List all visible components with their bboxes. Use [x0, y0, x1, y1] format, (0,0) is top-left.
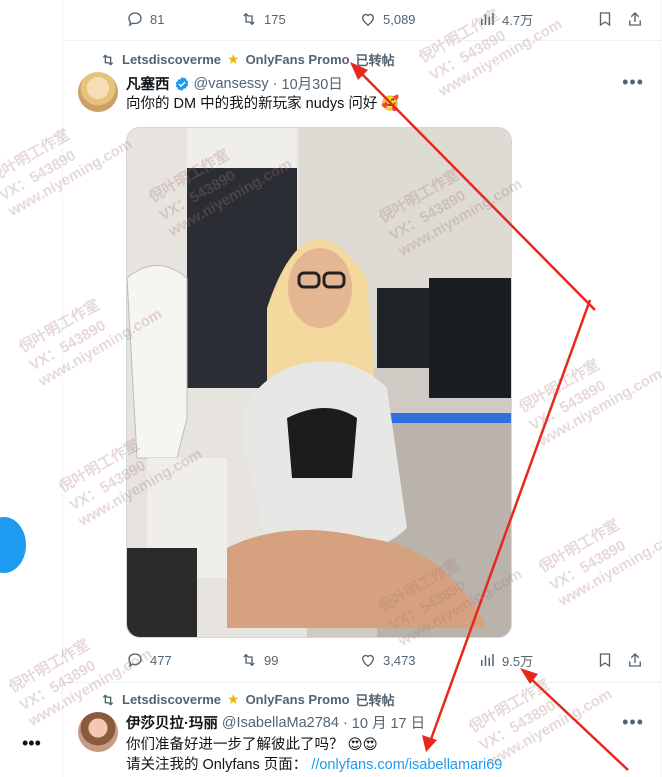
- heart-icon: [362, 654, 374, 667]
- avatar[interactable]: [78, 72, 118, 112]
- retweet-icon: [243, 12, 255, 26]
- like-button[interactable]: 5,089: [359, 10, 416, 28]
- tweet-photo[interactable]: [126, 127, 512, 638]
- repost-suffix: 已转帖: [355, 53, 395, 68]
- repost-header: Letsdiscoverme ★ OnlyFans Promo 已转帖: [100, 690, 395, 709]
- star-icon: ★: [227, 691, 240, 707]
- retweet-button[interactable]: 175: [240, 10, 286, 28]
- watermark-text: 倪叶明工作室 VX：543890 www.niyeming.com: [516, 356, 662, 450]
- retweet-icon: [102, 693, 114, 706]
- tweet-text-line2: 请关注我的 Onlyfans 页面： //onlyfans.com/isabel…: [126, 755, 502, 775]
- display-name[interactable]: 凡塞西: [126, 73, 170, 94]
- dot-separator: ·: [272, 75, 278, 92]
- reply-button[interactable]: 477: [126, 651, 172, 669]
- top-action-bar: 81 175 5,089 4.7万: [118, 8, 650, 30]
- tweet-header: 凡塞西 @vansessy · 10月30日: [126, 73, 343, 94]
- repost-user[interactable]: Letsdiscoverme: [122, 692, 221, 707]
- reply-button[interactable]: 81: [126, 10, 164, 28]
- handle[interactable]: @vansessy: [194, 76, 269, 92]
- views-button[interactable]: 9.5万: [478, 651, 533, 670]
- timeline-left-border: [62, 0, 63, 777]
- tweet-text: 向你的 DM 中的我的新玩家 nudys 问好 🥰: [126, 94, 399, 114]
- timeline-right-border: [660, 0, 661, 777]
- like-button[interactable]: 3,473: [359, 651, 416, 669]
- tweet-text-body: 向你的 DM 中的我的新玩家 nudys 问好: [126, 96, 378, 112]
- views-count: 4.7万: [502, 12, 534, 28]
- reply-count: 477: [150, 652, 172, 668]
- tweet-divider: [62, 682, 662, 683]
- more-icon[interactable]: •••: [622, 712, 644, 733]
- repost-user[interactable]: Letsdiscoverme: [122, 52, 221, 67]
- bookmark-icon: [599, 653, 611, 668]
- bookmark-button[interactable]: [596, 651, 614, 669]
- avatar[interactable]: [78, 712, 118, 752]
- repost-tag[interactable]: OnlyFans Promo: [246, 692, 350, 707]
- repost-tag[interactable]: OnlyFans Promo: [246, 52, 350, 67]
- dot-separator: ·: [342, 714, 348, 731]
- tweet-text-line1: 你们准备好进一步了解彼此了吗？ 😍😍: [126, 735, 378, 755]
- more-icon[interactable]: •••: [622, 72, 644, 93]
- share-icon: [629, 653, 641, 667]
- more-icon[interactable]: •••: [22, 733, 41, 754]
- profile-link[interactable]: //onlyfans.com/isabellamari69: [311, 757, 502, 773]
- views-count: 9.5万: [502, 653, 534, 669]
- compose-button[interactable]: [0, 517, 26, 573]
- share-button[interactable]: [626, 651, 644, 669]
- retweet-count: 99: [264, 652, 279, 668]
- tweet-header: 伊莎贝拉·玛丽 @IsabellaMa2784 · 10 月 17 日: [126, 712, 425, 733]
- share-button[interactable]: [626, 10, 644, 28]
- watermark-text: 倪叶明工作室 VX：543890 www.niyeming.com: [0, 126, 135, 220]
- reply-icon: [128, 653, 142, 668]
- photo-illustration: [127, 128, 511, 637]
- star-icon: ★: [227, 51, 240, 67]
- timestamp[interactable]: 10月30日: [282, 73, 343, 94]
- retweet-icon: [102, 53, 114, 66]
- heart-icon: [362, 13, 374, 26]
- share-icon: [629, 12, 641, 26]
- bookmark-button[interactable]: [596, 10, 614, 28]
- verified-icon: [175, 76, 188, 91]
- like-count: 5,089: [383, 11, 416, 27]
- reply-icon: [128, 12, 142, 27]
- tweet-action-bar: 477 99 3,473 9.5万: [118, 649, 650, 671]
- smile-emoji: 🥰: [381, 96, 400, 112]
- bookmark-icon: [599, 12, 611, 27]
- tweet-text-body: 请关注我的 Onlyfans 页面：: [126, 757, 308, 773]
- tweet-text-body: 你们准备好进一步了解彼此了吗？: [126, 737, 344, 753]
- views-button[interactable]: 4.7万: [478, 10, 533, 29]
- display-name[interactable]: 伊莎贝拉·玛丽: [126, 712, 218, 733]
- retweet-icon: [243, 653, 255, 667]
- views-icon: [481, 654, 494, 666]
- like-count: 3,473: [383, 652, 416, 668]
- repost-header: Letsdiscoverme ★ OnlyFans Promo 已转帖: [100, 50, 395, 69]
- annotation-arrowhead: [422, 735, 437, 752]
- timestamp[interactable]: 10 月 17 日: [352, 712, 425, 733]
- heart-eyes-emoji: 😍😍: [347, 737, 378, 753]
- views-icon: [481, 13, 494, 25]
- reply-count: 81: [150, 11, 165, 27]
- handle[interactable]: @IsabellaMa2784: [222, 715, 339, 731]
- retweet-count: 175: [264, 11, 286, 27]
- retweet-button[interactable]: 99: [240, 651, 278, 669]
- tweet-divider: [62, 40, 662, 41]
- watermark-text: 倪叶明工作室 VX：543890 www.niyeming.com: [536, 516, 662, 610]
- repost-suffix: 已转帖: [355, 693, 395, 708]
- annotation-arrow: [527, 675, 629, 771]
